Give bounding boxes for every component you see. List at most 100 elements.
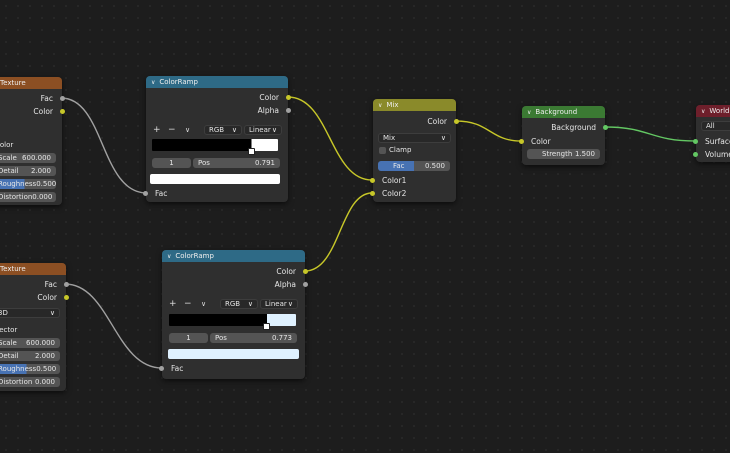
socket-dot-icon[interactable] [693,151,698,157]
field-value: 2.000 [30,167,51,175]
noise-texture-node-2[interactable]: ∨ Noise Texture Fac Color 3D ∨ Vector Sc… [0,263,69,391]
ramp-stop-handle-icon[interactable] [248,148,255,155]
dropdown-value: Linear [265,300,287,308]
node-header[interactable]: ∨ ColorRamp [146,76,288,88]
link-ramp2-color-to-mix-color2 [304,192,373,272]
dropdown-value: All [706,122,715,130]
socket-dot-icon[interactable] [60,108,65,114]
remove-stop-button[interactable]: − [168,125,176,135]
detail-field[interactable]: Detail 2.000 [0,166,56,176]
collapse-chevron-icon[interactable]: ∨ [527,109,531,116]
color-mode-dropdown[interactable]: RGB ∨ [220,299,258,309]
node-header[interactable]: ∨ Background [522,106,605,118]
distortion-field[interactable]: Distortion 0.000 [0,192,56,202]
color-ramp-gradient[interactable] [152,139,278,151]
node-header[interactable]: ∨ World Output [696,105,730,117]
field-value: 2.000 [34,352,55,360]
socket-dot-icon[interactable] [60,95,65,101]
dropdown-value: RGB [225,300,241,308]
mix-node[interactable]: ∨ Mix Color Mix ∨ Clamp Fac 0.500 Color1… [370,99,459,202]
socket-dot-icon[interactable] [454,118,459,124]
socket-dot-icon[interactable] [303,281,308,287]
socket-dot-icon[interactable] [159,365,164,371]
socket-dot-icon[interactable] [143,190,148,196]
stop-index-field[interactable]: 1 [169,333,208,343]
node-header[interactable]: ∨ Noise Texture [0,77,62,89]
strength-field[interactable]: Strength 1.500 [527,149,600,159]
chevron-down-icon: ∨ [271,126,277,134]
add-stop-button[interactable]: + [153,125,161,135]
ramp-menu-chevron-icon[interactable]: ∨ [185,126,190,134]
scale-field[interactable]: Scale 600.000 [0,338,60,348]
socket-dot-icon[interactable] [64,281,69,287]
field-label: Scale [0,339,17,347]
socket-dot-icon[interactable] [693,138,698,144]
link-ramp1-color-to-mix-color1 [287,96,373,181]
colorramp-node-1[interactable]: ∨ ColorRamp Color Alpha + − ∨ RGB ∨ Line… [143,76,291,202]
field-label: Pos [215,334,227,342]
clamp-checkbox[interactable] [379,147,386,154]
noise-texture-node-1[interactable]: ∨ Noise Texture Fac Color Color Scale 60… [0,77,65,205]
dropdown-value: Linear [249,126,271,134]
ramp-menu-chevron-icon[interactable]: ∨ [201,300,206,308]
ramp-stop-handle-icon[interactable] [263,323,270,330]
stop-index-field[interactable]: 1 [152,158,191,168]
socket-label: Color [276,266,296,276]
field-value: 0.791 [254,159,275,167]
chevron-down-icon: ∨ [247,300,253,308]
node-title: ColorRamp [159,78,198,86]
socket-dot-icon[interactable] [603,124,608,130]
scale-field[interactable]: Scale 600.000 [0,153,56,163]
roughness-field[interactable]: Roughness 0.500 [0,364,60,374]
field-value: 0.500 [36,365,57,373]
stop-pos-field[interactable]: Pos 0.773 [210,333,297,343]
dropdown-value: RGB [209,126,225,134]
field-value: 1 [169,159,174,167]
target-dropdown[interactable]: All [701,121,730,131]
collapse-chevron-icon[interactable]: ∨ [151,79,155,86]
stop-pos-field[interactable]: Pos 0.791 [193,158,280,168]
remove-stop-button[interactable]: − [184,299,192,309]
color-ramp-gradient[interactable] [169,314,296,326]
distortion-field[interactable]: Distortion 0.000 [0,377,60,387]
socket-dot-icon[interactable] [370,177,375,183]
socket-dot-icon[interactable] [303,268,308,274]
add-stop-button[interactable]: + [169,299,177,309]
node-header[interactable]: ∨ Mix [373,99,456,111]
dimensions-dropdown[interactable]: 3D ∨ [0,308,60,318]
output-alpha: Alpha [146,105,291,115]
color-mode-dropdown[interactable]: RGB ∨ [204,125,242,135]
field-label: Detail [0,167,19,175]
stop-color-swatch[interactable] [150,174,280,184]
background-node[interactable]: ∨ Background Background Color Strength 1… [519,106,608,165]
node-title: Mix [386,101,399,109]
node-header[interactable]: ∨ ColorRamp [162,250,305,262]
node-header[interactable]: ∨ Noise Texture [0,263,66,275]
socket-dot-icon[interactable] [286,107,291,113]
world-output-node[interactable]: ∨ World Output All Surface Volume [693,105,730,162]
collapse-chevron-icon[interactable]: ∨ [701,108,705,115]
fac-field[interactable]: Fac 0.500 [378,161,450,171]
output-color: Color [0,292,69,302]
stop-color-swatch[interactable] [168,349,299,359]
socket-dot-icon[interactable] [519,138,524,144]
output-color: Color [146,92,291,102]
output-fac: Fac [0,93,65,103]
node-links [60,96,696,369]
roughness-field[interactable]: Roughness 0.500 [0,179,56,189]
interpolation-dropdown[interactable]: Linear ∨ [244,125,282,135]
socket-dot-icon[interactable] [370,190,375,196]
output-color: Color [373,116,459,126]
field-value: 0.000 [34,378,55,386]
collapse-chevron-icon[interactable]: ∨ [378,102,382,109]
collapse-chevron-icon[interactable]: ∨ [167,253,171,260]
interpolation-dropdown[interactable]: Linear ∨ [260,299,298,309]
socket-dot-icon[interactable] [286,94,291,100]
dropdown-value: 3D [0,309,8,317]
socket-label: Color [33,106,53,116]
node-title: ColorRamp [175,252,214,260]
blend-mode-dropdown[interactable]: Mix ∨ [378,133,451,143]
socket-dot-icon[interactable] [64,294,69,300]
detail-field[interactable]: Detail 2.000 [0,351,60,361]
colorramp-node-2[interactable]: ∨ ColorRamp Color Alpha + − ∨ RGB ∨ Line… [159,250,308,379]
